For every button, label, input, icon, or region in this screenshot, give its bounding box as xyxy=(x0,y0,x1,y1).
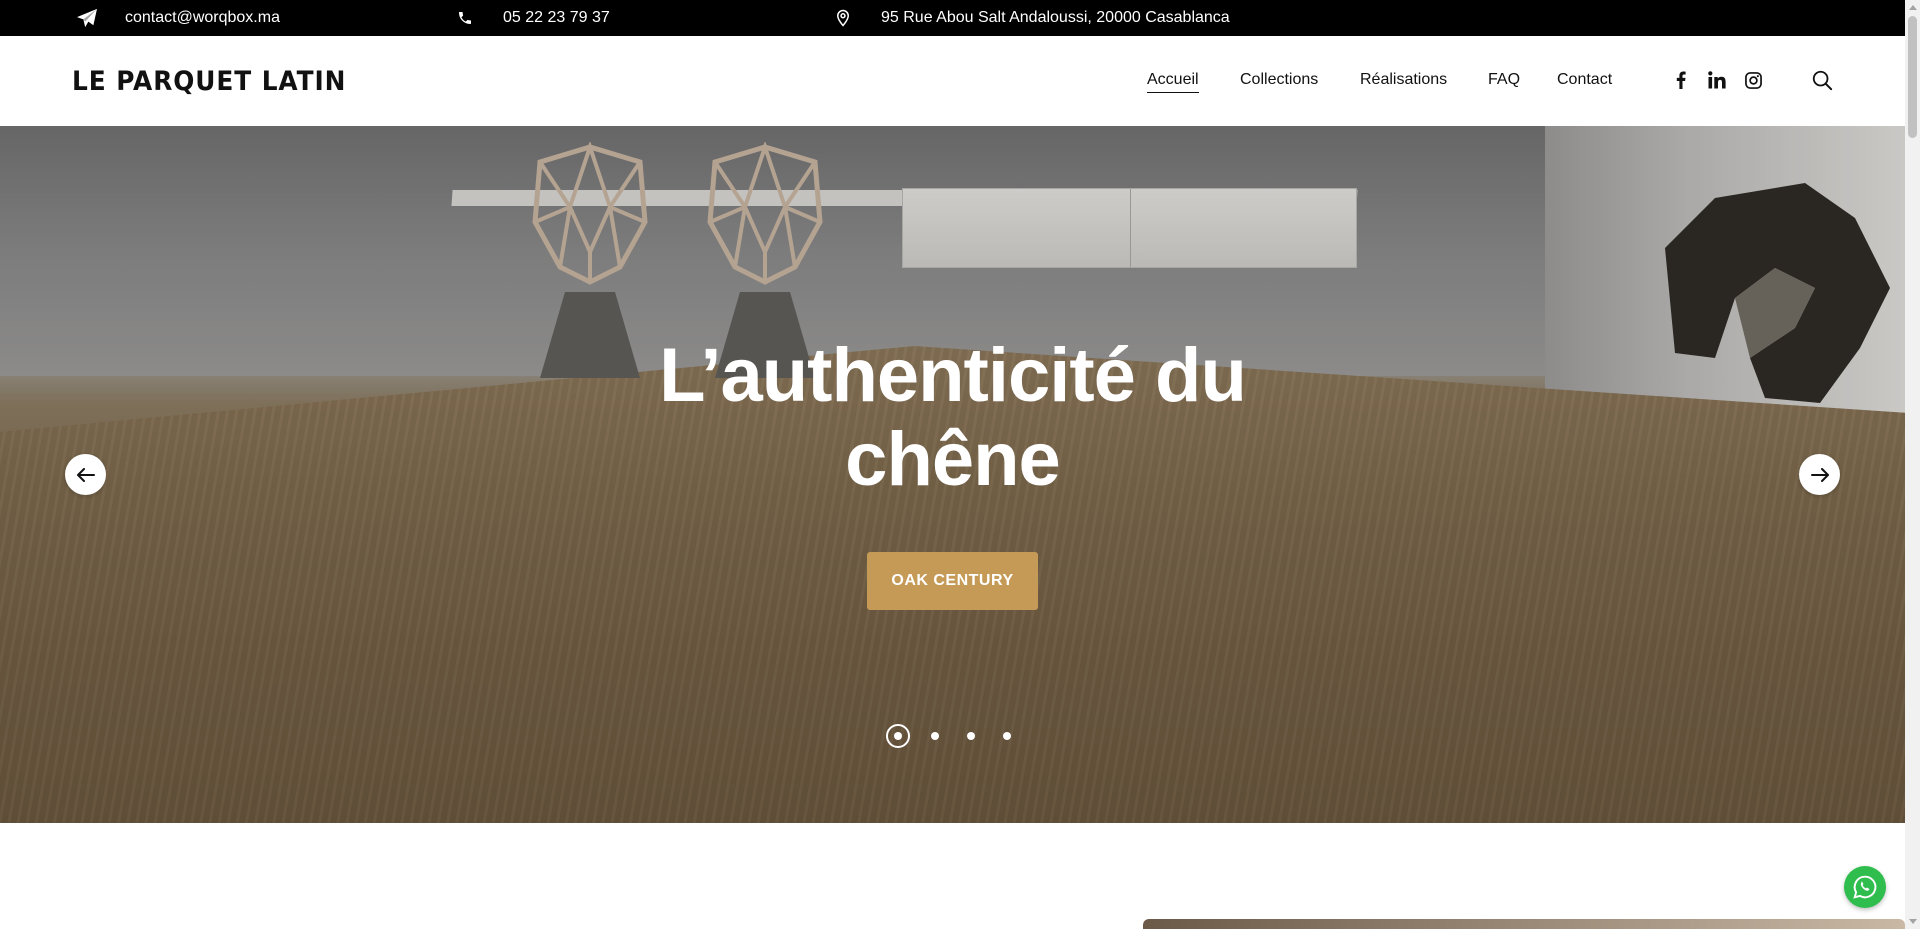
top-contact-bar: contact@worqbox.ma 05 22 23 79 37 95 Rue… xyxy=(0,0,1905,36)
phone-icon xyxy=(457,0,473,36)
slider-pagination xyxy=(0,724,1905,748)
paper-plane-icon xyxy=(76,0,98,36)
contact-email-link[interactable]: contact@worqbox.ma xyxy=(125,0,280,36)
nav-item-accueil[interactable]: Accueil xyxy=(1147,70,1199,93)
facebook-icon[interactable] xyxy=(1672,70,1690,90)
hero-slider: L’authenticité du chêne OAK CENTURY xyxy=(0,126,1905,823)
search-icon[interactable] xyxy=(1810,68,1834,92)
slider-dot-2[interactable] xyxy=(923,724,947,748)
page-scrollbar[interactable] xyxy=(1905,0,1920,929)
linkedin-icon[interactable] xyxy=(1707,70,1727,90)
site-logo[interactable]: LE PARQUET LATIN xyxy=(72,66,346,97)
slider-dot-3[interactable] xyxy=(959,724,983,748)
nav-item-collections[interactable]: Collections xyxy=(1240,70,1318,90)
nav-item-realisations[interactable]: Réalisations xyxy=(1360,70,1447,90)
hero-cta-button[interactable]: OAK CENTURY xyxy=(867,552,1038,610)
nav-item-contact[interactable]: Contact xyxy=(1557,70,1612,90)
contact-phone-link[interactable]: 05 22 23 79 37 xyxy=(503,0,610,36)
page: contact@worqbox.ma 05 22 23 79 37 95 Rue… xyxy=(0,0,1920,929)
arrow-left-icon xyxy=(76,467,95,482)
arrow-right-icon xyxy=(1810,467,1829,482)
whatsapp-button[interactable] xyxy=(1844,866,1886,908)
nav-item-faq[interactable]: FAQ xyxy=(1488,70,1520,90)
scroll-up-arrow-icon[interactable] xyxy=(1905,0,1920,15)
instagram-icon[interactable] xyxy=(1743,70,1763,90)
whatsapp-icon xyxy=(1853,875,1877,899)
slider-dot-4[interactable] xyxy=(995,724,1019,748)
scrollbar-thumb[interactable] xyxy=(1908,16,1917,138)
scroll-down-arrow-icon[interactable] xyxy=(1905,914,1920,929)
slider-next-button[interactable] xyxy=(1799,454,1840,495)
slider-dot-1[interactable] xyxy=(886,724,910,748)
hero-title: L’authenticité du chêne xyxy=(659,333,1247,502)
map-pin-icon xyxy=(834,0,852,36)
site-header: LE PARQUET LATIN Accueil Collections Réa… xyxy=(0,36,1905,126)
section-image-peek xyxy=(1143,919,1905,929)
slider-prev-button[interactable] xyxy=(65,454,106,495)
contact-address: 95 Rue Abou Salt Andaloussi, 20000 Casab… xyxy=(881,9,1230,26)
